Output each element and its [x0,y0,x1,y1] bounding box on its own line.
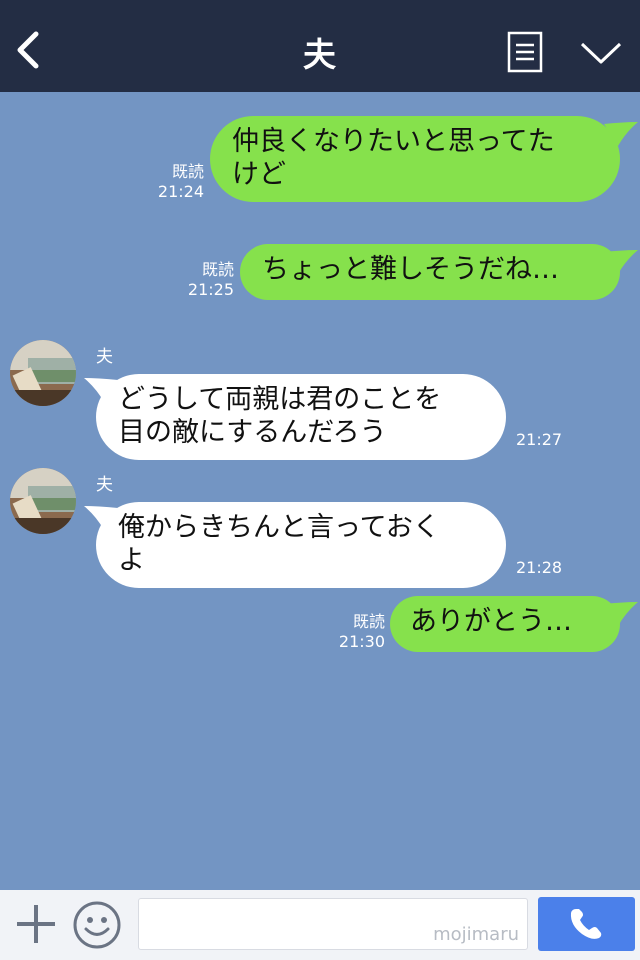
message-meta: 既読 21:25 [180,260,234,300]
message-bubble[interactable]: 仲良くなりたいと思ってた けど [210,116,620,202]
avatar-photo-icon [10,468,76,534]
sender-name: 夫 [96,347,113,367]
call-button[interactable] [538,897,635,951]
chat-title: 夫 [303,35,337,74]
message-bubble[interactable]: 俺からきちんと言っておく よ [96,502,506,588]
bubble-tail [604,250,638,274]
message-time: 21:30 [338,632,385,651]
message-input[interactable]: mojimaru [138,898,528,950]
message-time: 21:28 [516,558,563,577]
message-time: 21:24 [157,182,204,201]
avatar[interactable] [10,340,76,406]
watermark: mojimaru [433,924,519,945]
read-status: 既読 [171,162,204,181]
chevron-down-icon[interactable] [579,38,623,68]
message-line: よ [118,545,145,576]
message-time: 21:25 [187,280,234,299]
message-line: 仲良くなりたいと思ってた [232,126,555,157]
chat-header: 夫 [0,0,640,92]
bubble-tail [604,122,638,146]
bubble-tail [604,602,638,626]
read-status: 既読 [201,260,234,279]
emoji-icon[interactable] [72,900,122,950]
message-bubble[interactable]: ちょっと難しそうだね… [240,244,620,300]
plus-icon[interactable] [14,902,58,946]
message-time: 21:27 [516,430,563,449]
avatar-photo-icon [10,340,76,406]
note-menu-icon[interactable] [507,31,543,73]
message-line: けど [232,159,286,190]
message-line: 俺からきちんと言っておく [118,512,440,543]
sender-name: 夫 [96,475,113,495]
avatar[interactable] [10,468,76,534]
message-meta: 既読 21:24 [150,162,204,202]
message-bubble[interactable]: ありがとう… [390,596,620,652]
read-status: 既読 [352,612,385,631]
phone-icon [570,909,602,939]
message-bubble[interactable]: どうして両親は君のことを 目の敵にするんだろう [96,374,506,460]
message-line: ちょっと難しそうだね… [262,254,559,285]
message-line: どうして両親は君のことを [118,384,442,415]
message-meta: 既読 21:30 [331,612,385,652]
message-line: 目の敵にするんだろう [118,417,387,448]
message-input-bar: mojimaru [0,890,640,960]
message-line: ありがとう… [410,606,572,637]
